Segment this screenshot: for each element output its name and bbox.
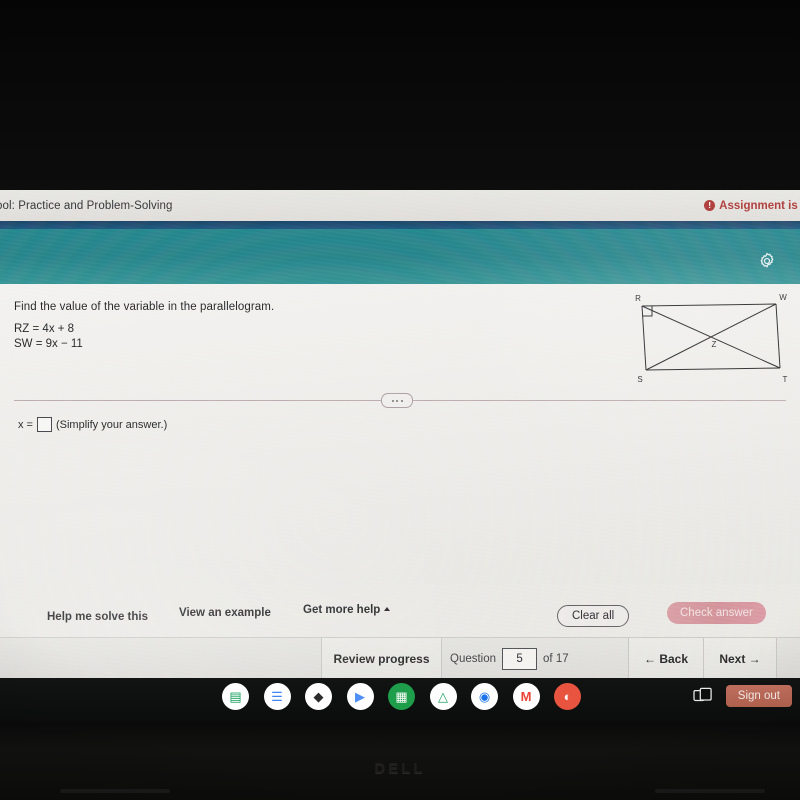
get-more-help-button[interactable]: Get more help bbox=[303, 604, 391, 616]
question-navigator: Question 5 of 17 bbox=[450, 638, 569, 678]
caret-up-icon bbox=[384, 607, 391, 611]
next-label: Next bbox=[719, 651, 746, 666]
site-title: ool: Practice and Problem-Solving bbox=[0, 199, 173, 212]
app-header bbox=[0, 229, 800, 284]
exercise-panel: Find the value of the variable in the pa… bbox=[0, 284, 800, 584]
next-button[interactable]: Next → bbox=[703, 638, 777, 678]
svg-text:R: R bbox=[635, 294, 641, 303]
svg-text:S: S bbox=[637, 375, 642, 384]
hinge-right bbox=[655, 789, 765, 793]
dell-logo: DELL bbox=[374, 760, 426, 777]
google-chrome-icon[interactable]: ◉ bbox=[471, 683, 498, 710]
window-overview-icon[interactable] bbox=[691, 683, 716, 708]
arrow-left-icon: ← bbox=[643, 651, 660, 666]
shelf-app-list: ▤ ☰ ◆ ▶ ▦ △ ◉ M ◐ bbox=[222, 683, 581, 710]
chromebook-shelf: ▤ ☰ ◆ ▶ ▦ △ ◉ M ◐ Sign out bbox=[0, 678, 800, 722]
dark-app-icon[interactable]: ◆ bbox=[305, 683, 332, 710]
laptop-photo: ool: Practice and Problem-Solving ! Assi… bbox=[0, 0, 800, 800]
paint-palette-icon[interactable]: ◐ bbox=[554, 683, 581, 710]
question-label: Question bbox=[450, 652, 497, 665]
check-answer-button[interactable]: Check answer bbox=[667, 602, 766, 624]
answer-label: x = bbox=[18, 418, 33, 431]
clear-all-button[interactable]: Clear all bbox=[557, 605, 630, 627]
back-button[interactable]: ← Back bbox=[628, 638, 704, 678]
google-drive-icon[interactable]: △ bbox=[429, 683, 457, 710]
question-givens: RZ = 4x + 8 SW = 9x − 11 bbox=[14, 322, 83, 352]
view-an-example-link[interactable]: View an example bbox=[179, 607, 271, 619]
answer-input[interactable] bbox=[36, 417, 52, 432]
drag-handle-dots-icon[interactable] bbox=[381, 393, 413, 408]
header-accent-strip bbox=[0, 221, 800, 229]
arrow-right-icon: → bbox=[745, 651, 761, 666]
gmail-icon[interactable]: M bbox=[512, 683, 540, 710]
bottom-nav-bar: Review progress Question 5 of 17 ← Back … bbox=[0, 637, 800, 678]
chromebook-screen: ool: Practice and Problem-Solving ! Assi… bbox=[0, 190, 800, 678]
given-line-1: RZ = 4x + 8 bbox=[14, 323, 75, 335]
shelf-system-tray: Sign out bbox=[691, 683, 792, 708]
given-line-2: SW = 9x − 11 bbox=[14, 338, 83, 350]
sign-out-button[interactable]: Sign out bbox=[725, 684, 792, 707]
google-docs-icon[interactable]: ☰ bbox=[263, 683, 291, 710]
action-row: Help me solve this View an example Get m… bbox=[0, 596, 800, 636]
review-progress-button[interactable]: Review progress bbox=[321, 638, 442, 678]
get-more-help-label: Get more help bbox=[303, 604, 381, 616]
google-sheets-icon[interactable]: ▤ bbox=[222, 683, 249, 710]
svg-text:Z: Z bbox=[712, 340, 717, 349]
green-grid-app-icon[interactable]: ▦ bbox=[388, 683, 415, 710]
exclamation-circle-icon: ! bbox=[704, 200, 716, 211]
media-player-icon[interactable]: ▶ bbox=[346, 683, 374, 710]
gear-icon[interactable] bbox=[756, 250, 778, 272]
question-prompt: Find the value of the variable in the pa… bbox=[14, 301, 275, 313]
answer-row: x = (Simplify your answer.) bbox=[18, 417, 167, 432]
help-me-solve-this-link[interactable]: Help me solve this bbox=[47, 611, 148, 623]
question-number-input[interactable]: 5 bbox=[502, 647, 538, 670]
assignment-warning: ! Assignment is p bbox=[704, 200, 800, 212]
svg-text:T: T bbox=[783, 375, 788, 384]
question-total-label: of 17 bbox=[543, 652, 569, 665]
back-label: Back bbox=[659, 651, 689, 666]
hinge-left bbox=[60, 789, 170, 793]
assignment-warning-text: Assignment is p bbox=[719, 199, 800, 212]
svg-text:W: W bbox=[779, 293, 787, 302]
laptop-upper-bezel bbox=[0, 0, 800, 190]
parallelogram-rwts-diagram: R W S T Z bbox=[635, 293, 788, 384]
site-topbar: ool: Practice and Problem-Solving ! Assi… bbox=[0, 190, 800, 221]
answer-hint: (Simplify your answer.) bbox=[55, 418, 168, 431]
